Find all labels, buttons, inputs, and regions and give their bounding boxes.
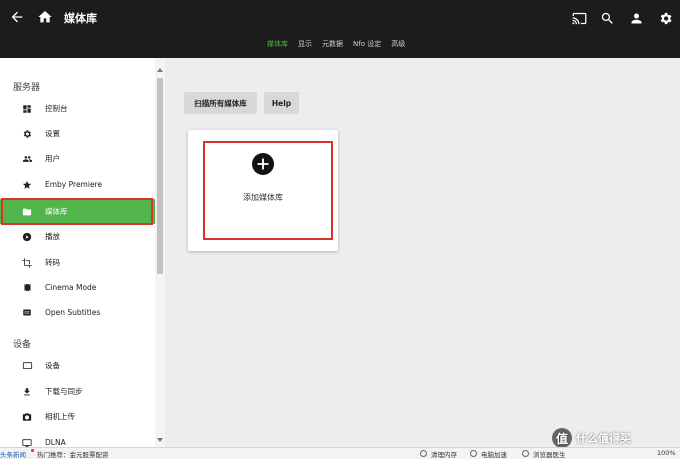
download-icon — [20, 385, 34, 399]
dashboard-icon — [20, 102, 34, 116]
gear-icon[interactable] — [656, 9, 674, 27]
watermark-text: 什么值得买 — [576, 432, 631, 445]
sidebar-item-label: Cinema Mode — [45, 283, 97, 292]
tab-libraries[interactable]: 媒体库 — [262, 38, 293, 50]
tab-advanced[interactable]: 高级 — [386, 38, 410, 50]
sidebar-item-dlna[interactable]: DLNA — [0, 430, 155, 447]
notification-dot — [31, 449, 34, 452]
sidebar-item-label: DLNA — [45, 438, 66, 447]
browser-statusbar: 头条新闻 热门推荐：金元股票配资 清理内存 电脑加速 浏览器医生 100% — [0, 447, 680, 459]
scroll-thumb[interactable] — [157, 78, 163, 274]
news-link[interactable]: 头条新闻 — [0, 449, 26, 459]
sidebar-item-label: Open Subtitles — [45, 308, 101, 317]
subtitles-icon — [20, 306, 34, 320]
sidebar-item-transcoding[interactable]: 转码 — [0, 250, 155, 275]
dlna-icon — [20, 436, 34, 448]
sidebar-item-label: 媒体库 — [45, 207, 68, 216]
sidebar-item-emby-premiere[interactable]: Emby Premiere — [0, 172, 155, 197]
scan-all-libraries-button[interactable]: 扫描所有媒体库 — [184, 92, 257, 114]
sidebar-item-label: 转码 — [45, 258, 60, 267]
sidebar-item-open-subtitles[interactable]: Open Subtitles — [0, 300, 155, 325]
user-icon[interactable] — [627, 9, 645, 27]
tv-icon — [20, 359, 34, 373]
home-icon[interactable] — [36, 8, 54, 26]
search-icon[interactable] — [598, 9, 616, 27]
add-library-card[interactable]: 添加媒体库 — [188, 130, 338, 251]
memory-clean-button[interactable]: 清理内存 — [431, 449, 457, 459]
zoom-level[interactable]: 100% — [657, 449, 676, 457]
crop-icon — [20, 256, 34, 270]
arrow-back-icon[interactable] — [8, 8, 26, 26]
sidebar-item-download-sync[interactable]: 下载与同步 — [0, 379, 155, 404]
sidebar-item-label: 设置 — [45, 129, 60, 138]
browser-doctor-icon — [522, 450, 529, 457]
sidebar-item-libraries[interactable]: 媒体库 — [0, 199, 155, 224]
help-button[interactable]: Help — [264, 92, 299, 114]
sidebar-item-label: 播放 — [45, 232, 60, 241]
play-circle-icon — [20, 230, 34, 244]
sidebar-item-settings[interactable]: 设置 — [0, 121, 155, 146]
add-library-label: 添加媒体库 — [243, 193, 283, 202]
app-header: 媒体库 媒体库 显示 元数据 Nfo 设定 高级 — [0, 0, 680, 58]
sidebar-section-devices: 设备 — [13, 340, 32, 350]
emby-window: 媒体库 媒体库 显示 元数据 Nfo 设定 高级 服务器 控制台 设置 用户 E… — [0, 0, 680, 459]
sidebar: 服务器 控制台 设置 用户 Emby Premiere 媒体库 播放 转码 Ci… — [0, 58, 165, 447]
tab-nfo-settings[interactable]: Nfo 设定 — [348, 38, 386, 50]
film-icon — [20, 281, 34, 295]
scroll-up-arrow[interactable] — [157, 68, 163, 72]
people-icon — [20, 152, 34, 166]
sidebar-item-label: 下载与同步 — [45, 387, 83, 396]
sidebar-item-dashboard[interactable]: 控制台 — [0, 96, 155, 121]
memory-clean-icon — [420, 450, 427, 457]
sidebar-item-label: 控制台 — [45, 104, 68, 113]
hot-recommendation-link[interactable]: 热门推荐：金元股票配资 — [37, 449, 109, 459]
gear-icon — [20, 127, 34, 141]
sidebar-item-label: 用户 — [45, 154, 60, 163]
speedup-icon — [470, 450, 477, 457]
star-icon — [20, 178, 34, 192]
sidebar-scrollbar[interactable] — [155, 58, 165, 447]
settings-tabs: 媒体库 显示 元数据 Nfo 设定 高级 — [0, 38, 680, 54]
sidebar-item-label: Emby Premiere — [45, 180, 103, 189]
sidebar-item-users[interactable]: 用户 — [0, 146, 155, 171]
page-title: 媒体库 — [64, 12, 97, 25]
sidebar-item-label: 相机上传 — [45, 412, 75, 421]
camera-icon — [20, 410, 34, 424]
tab-metadata[interactable]: 元数据 — [317, 38, 348, 50]
sidebar-item-playback[interactable]: 播放 — [0, 224, 155, 249]
sidebar-item-camera-upload[interactable]: 相机上传 — [0, 404, 155, 429]
watermark: 值 什么值得买 — [552, 427, 676, 449]
sidebar-section-server: 服务器 — [13, 83, 41, 93]
tab-display[interactable]: 显示 — [293, 38, 317, 50]
sidebar-item-label: 设备 — [45, 361, 60, 370]
sidebar-item-devices[interactable]: 设备 — [0, 353, 155, 378]
sidebar-item-cinema-mode[interactable]: Cinema Mode — [0, 275, 155, 300]
speedup-button[interactable]: 电脑加速 — [481, 449, 507, 459]
cast-icon[interactable] — [570, 9, 588, 27]
scroll-down-arrow[interactable] — [157, 438, 163, 442]
browser-doctor-button[interactable]: 浏览器医生 — [533, 449, 566, 459]
plus-circle-icon — [252, 153, 274, 175]
watermark-badge: 值 — [552, 428, 572, 448]
folder-icon — [20, 205, 34, 219]
